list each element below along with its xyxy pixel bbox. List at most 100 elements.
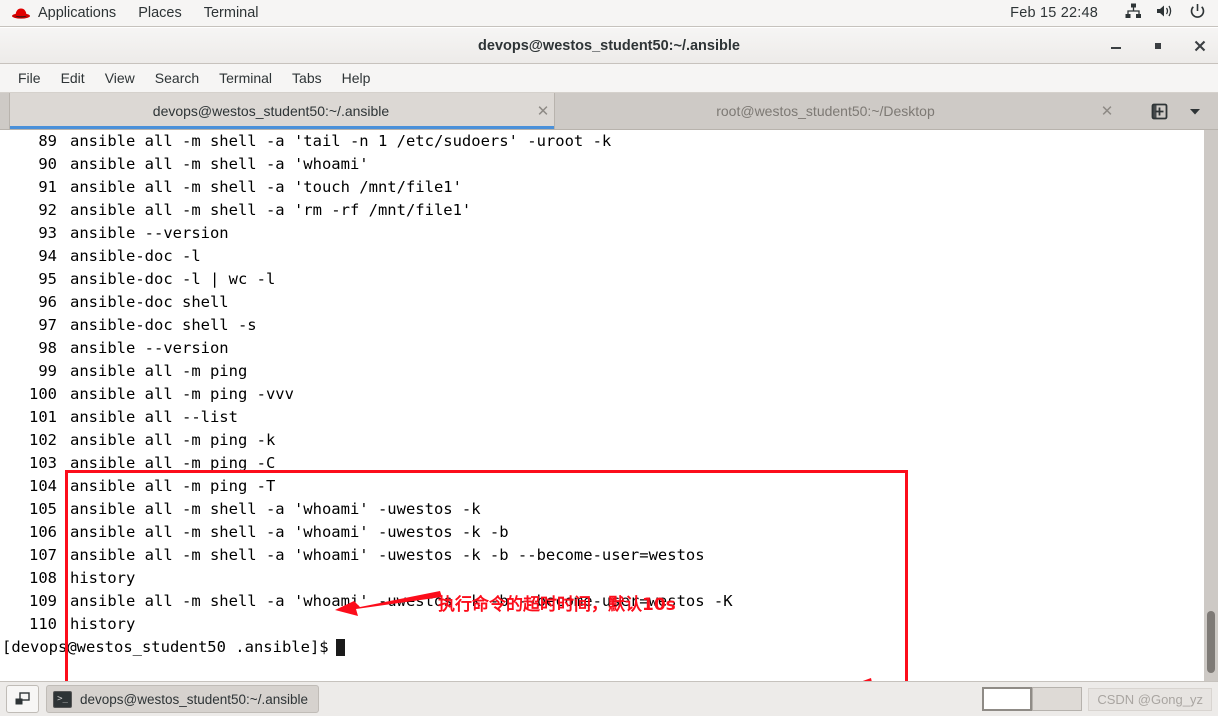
history-line-command: ansible all -m shell -a 'whoami' -uwesto… [70,523,509,541]
menu-terminal[interactable]: Terminal [209,64,282,92]
menu-terminal-label: Terminal [219,70,273,86]
tab-root-desktop-label: root@westos_student50:~/Desktop [716,103,935,119]
history-line: 99 ansible all -m ping [0,360,1190,383]
history-line-command: ansible all -m shell -a 'tail -n 1 /etc/… [70,132,612,150]
history-line: 102 ansible all -m ping -k [0,429,1190,452]
history-line: 106 ansible all -m shell -a 'whoami' -uw… [0,521,1190,544]
workspace-1[interactable] [982,687,1033,711]
places-menu-label: Places [138,5,182,21]
network-icon[interactable] [1125,3,1142,23]
history-line-number: 92 [38,201,57,219]
menu-search-label: Search [154,70,200,86]
taskbar-window-label: devops@westos_student50:~/.ansible [80,691,308,707]
minimize-button[interactable] [1108,38,1124,54]
history-line: 94 ansible-doc -l [0,245,1190,268]
show-desktop-icon[interactable] [6,685,39,713]
clock-label: Feb 15 22:48 [1010,5,1098,21]
menu-view-label: View [104,70,135,86]
history-line-command: ansible all -m shell -a 'whoami' [70,155,369,173]
watermark: CSDN @Gong_yz [1088,687,1212,711]
history-line: 110 history [0,613,1190,636]
history-line-command: history [70,615,136,633]
history-line-command: ansible all -m shell -a 'whoami' -uwesto… [70,546,705,564]
history-line-command: ansible all -m ping -vvv [70,385,294,403]
history-line-number: 93 [38,224,57,242]
history-line: 98 ansible --version [0,337,1190,360]
window-title: devops@westos_student50:~/.ansible [478,37,740,54]
terminal-icon: >_ [53,690,72,708]
history-line-number: 108 [29,569,57,587]
tabbar: devops@westos_student50:~/.ansible ✕ roo… [0,93,1218,130]
workspace-2[interactable] [1032,687,1083,711]
history-line-number: 97 [38,316,57,334]
history-line-command: ansible-doc -l | wc -l [70,270,276,288]
tab-root-desktop[interactable]: root@westos_student50:~/Desktop ✕ [555,93,1118,129]
places-menu[interactable]: Places [127,0,193,27]
tab-devops-ansible[interactable]: devops@westos_student50:~/.ansible ✕ [9,93,555,129]
history-line: 93 ansible --version [0,222,1190,245]
history-line: 91 ansible all -m shell -a 'touch /mnt/f… [0,176,1190,199]
history-line-command: ansible all -m ping -k [70,431,276,449]
tab-devops-ansible-label: devops@westos_student50:~/.ansible [152,103,390,119]
window-titlebar: devops@westos_student50:~/.ansible [0,28,1218,64]
volume-icon[interactable] [1156,3,1175,23]
taskbar-right-area: CSDN @Gong_yz [982,682,1212,716]
close-icon[interactable]: ✕ [1096,102,1118,120]
scrollbar-thumb[interactable] [1207,611,1215,673]
chevron-down-icon[interactable] [1180,94,1210,128]
history-line-command: ansible --version [70,224,229,242]
new-tab-icon[interactable] [1144,94,1174,128]
history-line-command: ansible all -m shell -a 'touch /mnt/file… [70,178,462,196]
history-line: 97 ansible-doc shell -s [0,314,1190,337]
window-controls [1108,28,1208,63]
menu-search[interactable]: Search [145,64,209,92]
tabbar-actions [1118,93,1218,129]
taskbar-window-button[interactable]: >_ devops@westos_student50:~/.ansible [46,685,319,713]
history-line: 92 ansible all -m shell -a 'rm -rf /mnt/… [0,199,1190,222]
menu-tabs-label: Tabs [292,70,322,86]
terminal-scrollbar[interactable] [1204,130,1218,683]
history-line-command: ansible-doc shell -s [70,316,257,334]
close-icon[interactable]: ✕ [532,102,554,120]
history-line-number: 99 [38,362,57,380]
terminal-menu-label: Terminal [203,5,259,21]
menu-file[interactable]: File [8,64,51,92]
history-line-number: 106 [29,523,57,541]
history-line: 105 ansible all -m shell -a 'whoami' -uw… [0,498,1190,521]
terminal-body[interactable]: 89 ansible all -m shell -a 'tail -n 1 /e… [0,130,1218,683]
history-line-number: 110 [29,615,57,633]
history-line-number: 104 [29,477,57,495]
history-line-number: 102 [29,431,57,449]
history-line: 89 ansible all -m shell -a 'tail -n 1 /e… [0,130,1190,153]
history-line: 100 ansible all -m ping -vvv [0,383,1190,406]
maximize-button[interactable] [1150,38,1166,54]
menu-edit[interactable]: Edit [51,64,95,92]
power-icon[interactable] [1189,3,1206,24]
history-line-command: ansible all -m ping [70,362,248,380]
history-line-number: 107 [29,546,57,564]
history-line-command: history [70,569,136,587]
history-line: 96 ansible-doc shell [0,291,1190,314]
menu-tabs[interactable]: Tabs [282,64,332,92]
menu-help[interactable]: Help [332,64,381,92]
history-line-number: 103 [29,454,57,472]
history-line-number: 89 [38,132,57,150]
applications-menu[interactable]: Applications [0,0,127,27]
menu-view[interactable]: View [95,64,145,92]
taskbar: >_ devops@westos_student50:~/.ansible CS… [0,681,1218,716]
gnome-top-panel: Applications Places Terminal Feb 15 22:4… [0,0,1218,27]
history-line: 101 ansible all --list [0,406,1190,429]
terminal-menu[interactable]: Terminal [193,0,270,27]
clock[interactable]: Feb 15 22:48 [999,0,1109,27]
history-line-number: 96 [38,293,57,311]
history-line-command: ansible all -m ping -T [70,477,276,495]
history-line-number: 91 [38,178,57,196]
history-line: 95 ansible-doc -l | wc -l [0,268,1190,291]
close-button[interactable] [1192,38,1208,54]
history-line: 108 history [0,567,1190,590]
applications-menu-label: Applications [38,5,117,21]
history-line-number: 105 [29,500,57,518]
menu-help-label: Help [341,70,371,86]
history-line-number: 90 [38,155,57,173]
history-line-number: 101 [29,408,57,426]
